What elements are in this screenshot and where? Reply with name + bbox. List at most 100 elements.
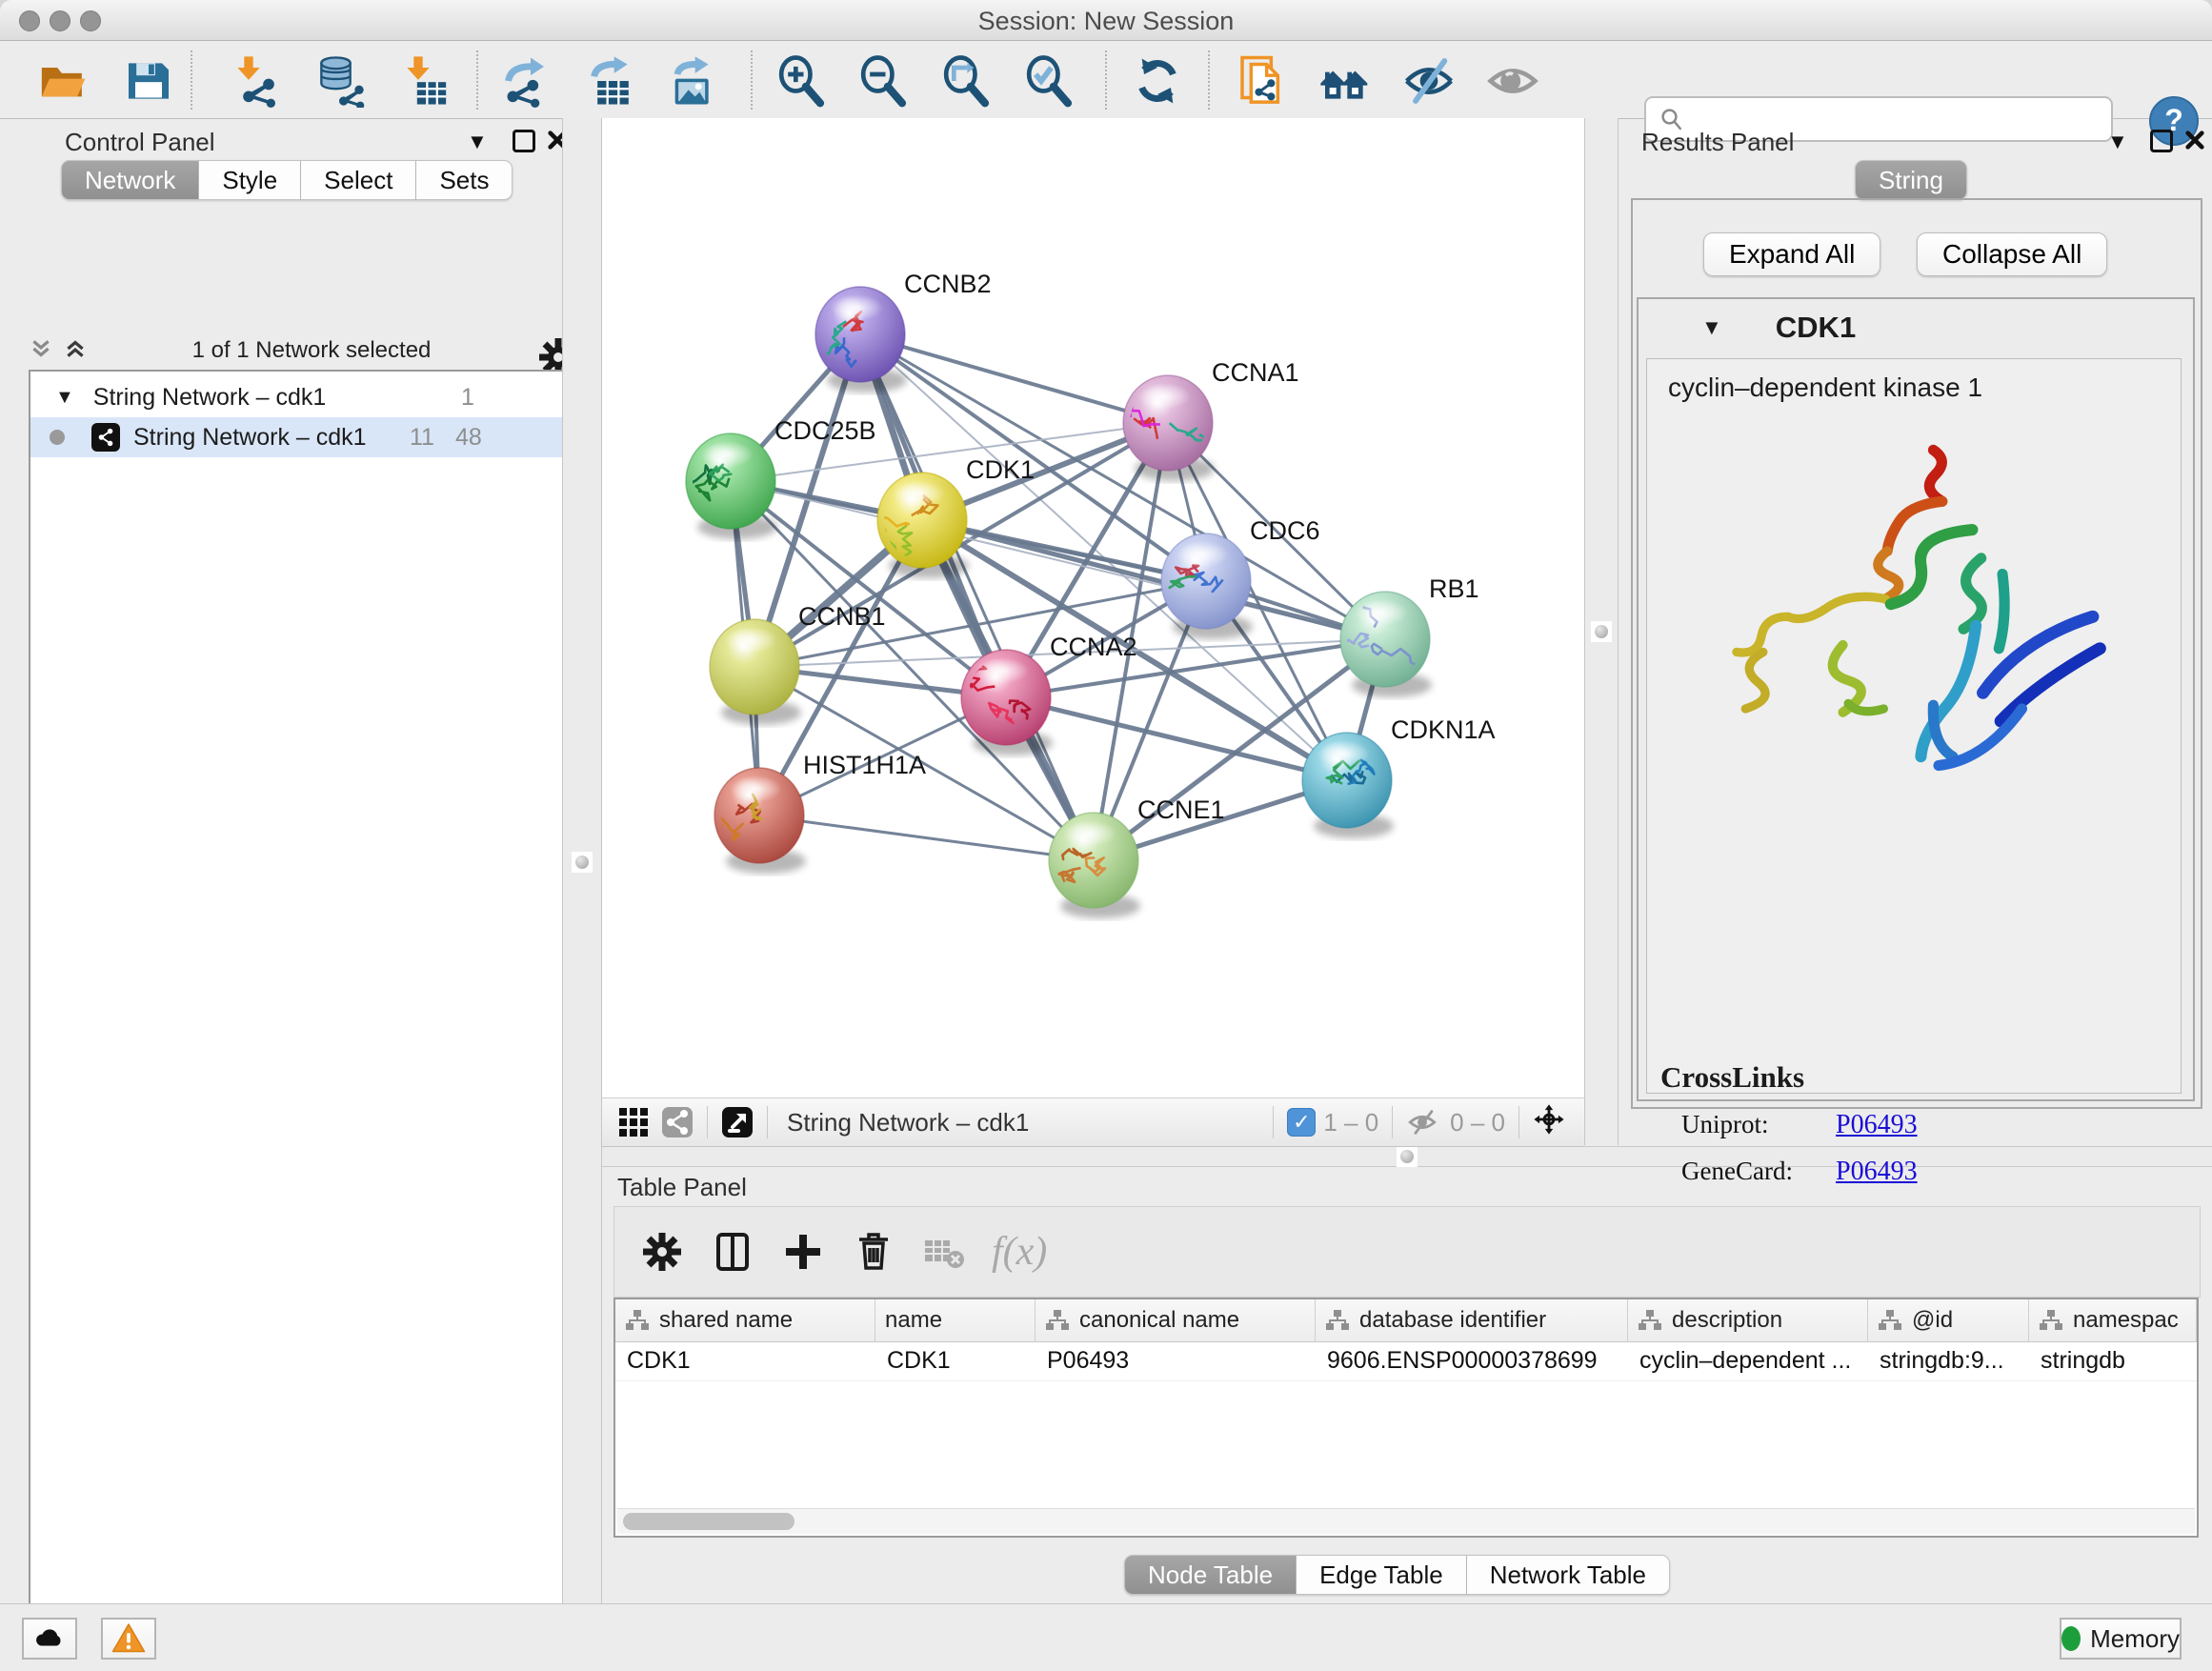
hidden-eye-icon[interactable]: [1406, 1106, 1442, 1138]
zoom-selected-icon[interactable]: [1021, 54, 1075, 108]
add-column-icon[interactable]: [780, 1229, 826, 1275]
zoom-in-icon[interactable]: [774, 54, 827, 108]
table-cell[interactable]: CDK1: [615, 1342, 875, 1380]
results-panel-menu-caret[interactable]: ▼: [2107, 130, 2128, 154]
import-network-from-database-icon[interactable]: [312, 54, 366, 108]
tab-network-table[interactable]: Network Table: [1467, 1555, 1670, 1595]
table-type-tabs: Node TableEdge TableNetwork Table: [1124, 1555, 1670, 1595]
table-cell[interactable]: CDK1: [875, 1342, 1036, 1380]
memory-status-dot: [2061, 1626, 2081, 1651]
show-eye-icon[interactable]: [1486, 54, 1539, 108]
right-splitter-handle[interactable]: [1591, 621, 1612, 642]
node-label-RB1[interactable]: RB1: [1429, 574, 1479, 603]
string-document-icon[interactable]: [1236, 54, 1289, 108]
table-cell[interactable]: 9606.ENSP00000378699: [1316, 1342, 1628, 1380]
scrollbar-thumb[interactable]: [623, 1513, 794, 1530]
gene-section-header[interactable]: ▼ CDK1: [1639, 299, 2193, 356]
import-table-icon[interactable]: [398, 54, 452, 108]
node-label-CDKN1A[interactable]: CDKN1A: [1391, 715, 1496, 744]
function-builder-icon[interactable]: f(x): [992, 1229, 1047, 1275]
column-header-canonical-name[interactable]: canonical name: [1036, 1299, 1316, 1341]
hide-eye-icon[interactable]: [1402, 54, 1456, 108]
table-cell[interactable]: P06493: [1036, 1342, 1316, 1380]
application-window: Session: New Session: [0, 0, 2212, 1671]
collapse-all-button[interactable]: Collapse All: [1917, 232, 2107, 276]
export-image-icon[interactable]: [664, 54, 717, 108]
column-header--id[interactable]: @id: [1868, 1299, 2029, 1341]
tab-node-table[interactable]: Node Table: [1124, 1555, 1297, 1595]
footer-separator: [1392, 1106, 1393, 1138]
crosslink-label: Uniprot:: [1681, 1110, 1836, 1140]
node-label-CCNB2[interactable]: CCNB2: [904, 270, 992, 298]
share-view-icon[interactable]: [661, 1106, 694, 1138]
control-panel-float-icon[interactable]: [513, 130, 535, 152]
homes-icon[interactable]: [1318, 54, 1372, 108]
horizontal-splitter-handle[interactable]: [1397, 1146, 1418, 1167]
table-cell[interactable]: cyclin–dependent ...: [1628, 1342, 1868, 1380]
expand-all-button[interactable]: Expand All: [1703, 232, 1880, 276]
column-header-namespac[interactable]: namespac: [2029, 1299, 2197, 1341]
network-row-selected[interactable]: String Network – cdk1 11 48: [30, 417, 568, 457]
footer-separator: [707, 1106, 708, 1138]
results-panel-float-icon[interactable]: [2150, 130, 2173, 152]
column-header-description[interactable]: description: [1628, 1299, 1868, 1341]
network-view-title: String Network – cdk1: [787, 1108, 1029, 1137]
hidden-count: 0 – 0: [1450, 1108, 1505, 1137]
table-row[interactable]: CDK1CDK1P064939606.ENSP00000378699cyclin…: [615, 1342, 2197, 1381]
node-label-CDC6[interactable]: CDC6: [1250, 516, 1320, 545]
table-cell[interactable]: stringdb:9...: [1868, 1342, 2029, 1380]
control-panel-menu-caret[interactable]: ▼: [467, 130, 488, 154]
table-horizontal-scrollbar[interactable]: [617, 1508, 2195, 1534]
tab-select[interactable]: Select: [301, 160, 416, 200]
footer-separator: [1518, 1106, 1519, 1138]
cloud-button[interactable]: [22, 1618, 77, 1660]
columns-icon[interactable]: [710, 1229, 755, 1275]
expand-all-icon[interactable]: [63, 336, 88, 366]
node-label-CCNB1[interactable]: CCNB1: [798, 602, 886, 631]
export-network-icon[interactable]: [497, 54, 551, 108]
tree-expander-icon[interactable]: ▼: [55, 387, 74, 409]
node-label-CCNA2[interactable]: CCNA2: [1050, 633, 1137, 661]
tab-string[interactable]: String: [1855, 160, 1967, 200]
import-network-icon[interactable]: [229, 54, 282, 108]
network-collection-row[interactable]: ▼ String Network – cdk1 1: [30, 377, 568, 417]
crosslink-link[interactable]: P06493: [1836, 1110, 1918, 1140]
delete-table-icon[interactable]: [921, 1229, 967, 1275]
node-label-CDK1[interactable]: CDK1: [966, 455, 1035, 484]
collapse-all-icon[interactable]: [29, 336, 53, 366]
save-session-icon[interactable]: [122, 54, 175, 108]
memory-button[interactable]: Memory: [2060, 1618, 2182, 1660]
tab-network[interactable]: Network: [61, 160, 199, 200]
birdseye-view-icon[interactable]: [721, 1106, 754, 1138]
results-panel-close-icon[interactable]: [2184, 130, 2205, 155]
string-app-icon: [91, 423, 120, 452]
gear-icon[interactable]: [639, 1229, 685, 1275]
column-header-database-identifier[interactable]: database identifier: [1316, 1299, 1628, 1341]
zoom-fit-icon[interactable]: [938, 54, 992, 108]
selected-checkbox[interactable]: ✓: [1287, 1108, 1316, 1137]
export-table-icon[interactable]: [583, 54, 636, 108]
network-canvas[interactable]: CCNB2 CCNA1 CDC25B CDK1 CDC6 RB1 CCNB1 CCNA2 CDK…: [602, 118, 1584, 1097]
gene-expander-icon[interactable]: ▼: [1701, 315, 1722, 340]
column-header-shared-name[interactable]: shared name: [615, 1299, 875, 1341]
table-cell[interactable]: stringdb: [2029, 1342, 2197, 1380]
right-splitter[interactable]: [1584, 118, 1619, 1145]
node-label-HIST1H1A[interactable]: HIST1H1A: [803, 751, 926, 779]
tab-edge-table[interactable]: Edge Table: [1297, 1555, 1467, 1595]
node-label-CCNE1[interactable]: CCNE1: [1137, 795, 1225, 824]
node-label-CDC25B[interactable]: CDC25B: [774, 416, 876, 445]
left-splitter[interactable]: [562, 118, 602, 1603]
node-table: shared namenamecanonical namedatabase id…: [613, 1298, 2199, 1538]
open-session-icon[interactable]: [36, 54, 90, 108]
left-splitter-handle[interactable]: [572, 852, 593, 873]
zoom-out-icon[interactable]: [855, 54, 909, 108]
crosshair-icon[interactable]: [1533, 1103, 1571, 1141]
tab-sets[interactable]: Sets: [416, 160, 513, 200]
delete-column-icon[interactable]: [851, 1229, 896, 1275]
warning-button[interactable]: [101, 1618, 156, 1660]
node-label-CCNA1[interactable]: CCNA1: [1212, 358, 1299, 387]
grid-view-icon[interactable]: [617, 1106, 650, 1138]
refresh-icon[interactable]: [1131, 54, 1184, 108]
column-header-name[interactable]: name: [875, 1299, 1036, 1341]
tab-style[interactable]: Style: [199, 160, 301, 200]
